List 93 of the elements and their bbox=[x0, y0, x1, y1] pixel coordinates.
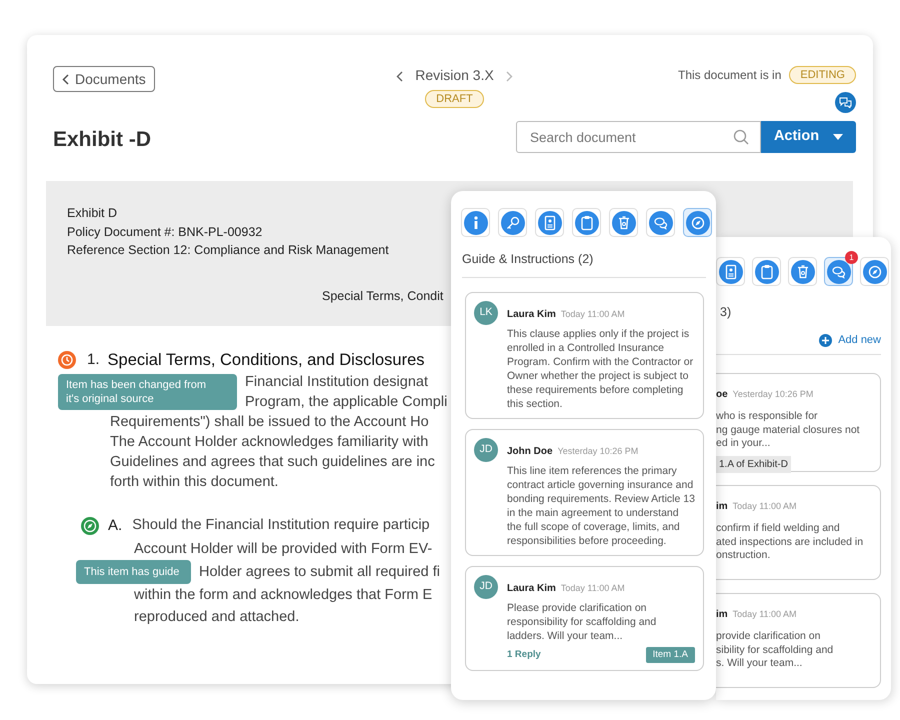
toolbar-button[interactable] bbox=[572, 208, 601, 237]
timestamp: Today 11:00 AM bbox=[560, 582, 625, 593]
toolbar-button[interactable] bbox=[752, 257, 781, 286]
timestamp: Yesterday 10:26 PM bbox=[732, 389, 814, 400]
toolbar-button[interactable] bbox=[535, 208, 564, 237]
header-line: Exhibit D bbox=[67, 205, 118, 222]
compass-icon bbox=[862, 260, 886, 284]
item-number: A. bbox=[108, 516, 122, 536]
revision-label: Revision 3.X bbox=[415, 66, 494, 85]
comment-text: sibility for scaffolding and bbox=[716, 644, 834, 658]
add-new-button[interactable]: Add new bbox=[819, 332, 881, 348]
history-icon bbox=[58, 351, 76, 369]
clause-text: The Account Holder acknowledges familiarity with bbox=[109, 433, 428, 452]
clause-text: Requirements") shall be issued to the Account Ho bbox=[109, 413, 429, 432]
clause-text: Should the Financial Institution require particip bbox=[132, 516, 430, 536]
comment-text: confirm if field welding and bbox=[716, 522, 840, 536]
toolbar-button[interactable] bbox=[860, 257, 889, 286]
chat-icon bbox=[839, 97, 852, 108]
document-title: Exhibit -D bbox=[53, 127, 151, 153]
compass-icon bbox=[81, 517, 99, 535]
chat-icon bbox=[648, 210, 672, 234]
reference-tag: 1.A of Exhibit-D bbox=[716, 456, 791, 473]
note-text: This clause applies only if the project is enrolled in a Controlled Insurance Program. Confirm with the Contractor or Owner whether the project is subject to these requirements before completing this section. bbox=[507, 326, 694, 411]
id-card-icon bbox=[538, 210, 562, 234]
comment-text: who is responsible for bbox=[716, 410, 818, 424]
note-text: This line item references the primary contract article governing insurance and bonding requirements. Review Article 13 in the main agreement to understand the full scope of coverage, limits, and responsibilities before proceeding. bbox=[507, 464, 695, 548]
comment-text: onstruction. bbox=[716, 549, 770, 563]
author-name: John Doe bbox=[507, 446, 553, 457]
comment-text: ated inspections are included in bbox=[716, 536, 864, 550]
clause-text: Program, the applicable Compli bbox=[245, 393, 448, 412]
chat-icon bbox=[826, 260, 850, 284]
toolbar-button[interactable] bbox=[716, 257, 745, 286]
tooltip: Item has been changed from it's original source bbox=[58, 374, 237, 410]
clause-text: Holder agrees to submit all required fi bbox=[199, 563, 440, 582]
search-field[interactable]: Search document bbox=[516, 121, 761, 153]
avatar: LK bbox=[474, 300, 498, 325]
comment-text: ng gauge material closures not bbox=[716, 424, 860, 438]
item-tag: Item 1.A bbox=[646, 646, 695, 663]
editing-badge: EDITING bbox=[789, 66, 856, 84]
tooltip: This item has guide bbox=[76, 560, 191, 584]
item-number: 1. bbox=[87, 350, 100, 370]
header-line: Policy Document #: BNK-PL-00932 bbox=[67, 224, 262, 241]
clause-text: forth within this document. bbox=[109, 473, 278, 492]
trash-icon bbox=[790, 260, 814, 284]
comment-text: ed in your... bbox=[716, 437, 770, 451]
info-icon bbox=[464, 210, 488, 234]
author-name: Laura Kim bbox=[507, 582, 556, 594]
toolbar-button[interactable] bbox=[461, 208, 490, 237]
id-card-icon bbox=[718, 260, 742, 284]
search-icon bbox=[733, 129, 749, 145]
notification-count: 1 bbox=[845, 251, 858, 264]
key-icon bbox=[500, 210, 524, 234]
clause-text: Financial Institution designat bbox=[245, 373, 428, 392]
section-title: Special Terms, Conditions, and Disclosures bbox=[108, 350, 425, 371]
clipboard-icon bbox=[754, 260, 778, 284]
clause-text: within the form and acknowledges that Form E bbox=[133, 586, 432, 605]
header-line: Reference Section 12: Compliance and Risk Management bbox=[67, 242, 389, 259]
reply-link[interactable]: 1 Reply bbox=[507, 648, 541, 662]
author-name: im bbox=[716, 501, 728, 512]
clipboard-icon bbox=[574, 210, 598, 234]
plus-icon bbox=[819, 334, 832, 346]
timestamp: Today 11:00 AM bbox=[560, 308, 625, 319]
comment-text: provide clarification on bbox=[716, 630, 820, 644]
section-heading: Special Terms, Condit bbox=[322, 288, 444, 305]
timestamp: Today 11:00 AM bbox=[732, 609, 797, 620]
author-name: Laura Kim bbox=[507, 308, 556, 320]
chat-button[interactable] bbox=[835, 92, 856, 113]
comment-text: s. Will your team... bbox=[716, 657, 802, 671]
toolbar-button[interactable] bbox=[788, 257, 817, 286]
trash-icon bbox=[612, 210, 636, 234]
panel-heading: 3) bbox=[720, 304, 732, 321]
caret-icon bbox=[833, 134, 844, 140]
draft-badge: DRAFT bbox=[425, 90, 484, 108]
toolbar-button[interactable] bbox=[646, 208, 675, 237]
status-text: This document is in bbox=[678, 67, 782, 84]
timestamp: Today 11:00 AM bbox=[732, 501, 797, 512]
toolbar-button[interactable] bbox=[609, 208, 638, 237]
compass-icon bbox=[686, 210, 710, 234]
clause-text: Account Holder will be provided with Form EV- bbox=[133, 540, 432, 559]
documents-back-button[interactable]: Documents bbox=[53, 66, 155, 92]
clause-text: Guidelines and agrees that such guidelines are inc bbox=[109, 453, 435, 472]
avatar: JD bbox=[474, 574, 498, 599]
avatar: JD bbox=[474, 438, 498, 462]
panel-heading: Guide & Instructions (2) bbox=[462, 250, 706, 278]
toolbar-button[interactable] bbox=[683, 208, 712, 237]
author-name: oe bbox=[716, 389, 728, 400]
author-name: im bbox=[716, 609, 728, 620]
toolbar-button[interactable] bbox=[498, 208, 527, 237]
clause-text: reproduced and attached. bbox=[133, 608, 300, 627]
back-chevron-icon bbox=[62, 74, 69, 84]
action-button[interactable]: Action bbox=[761, 121, 856, 153]
timestamp: Yesterday 10:26 PM bbox=[558, 446, 638, 456]
note-text: Please provide clarification on responsibility for scaffolding and ladders. Will your team... bbox=[507, 600, 658, 643]
